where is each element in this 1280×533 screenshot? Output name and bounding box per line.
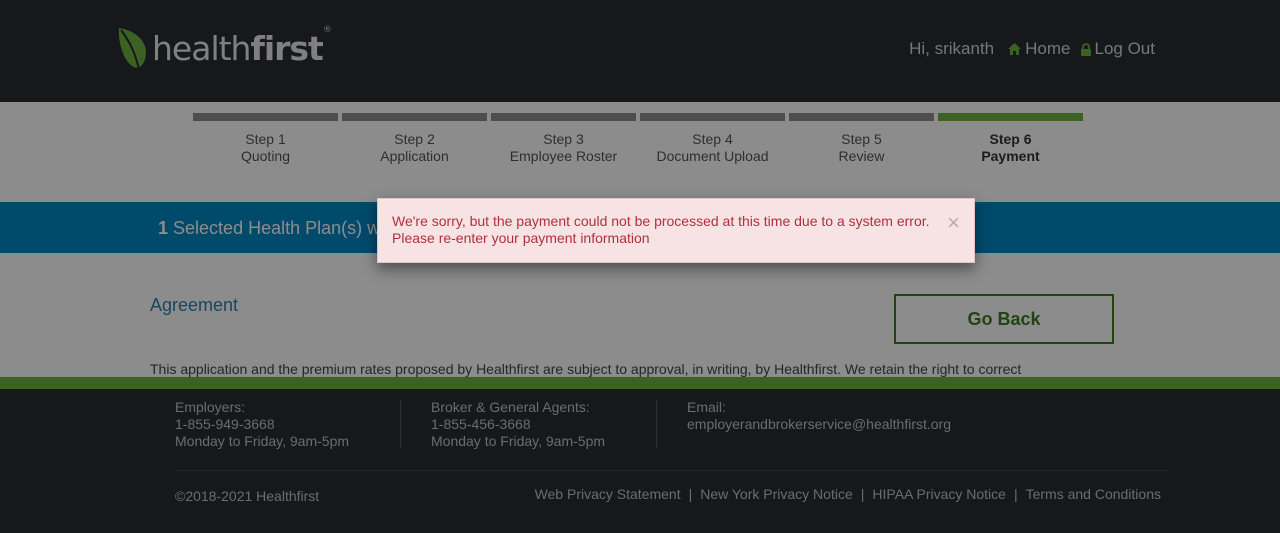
modal-backdrop[interactable] [0,0,1280,533]
payment-error-alert: We're sorry, but the payment could not b… [377,198,975,263]
close-icon[interactable]: × [947,212,960,234]
alert-message: We're sorry, but the payment could not b… [392,213,930,246]
